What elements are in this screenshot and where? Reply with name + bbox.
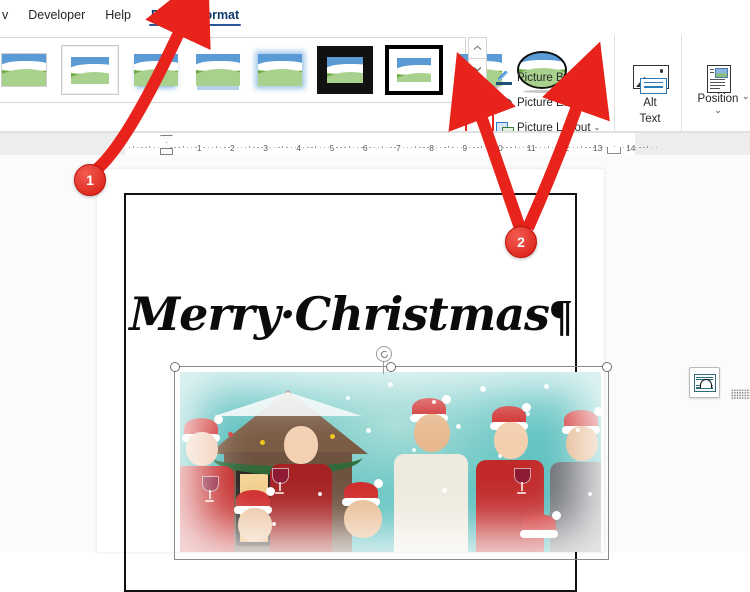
annotation-arrows [92, 0, 610, 231]
